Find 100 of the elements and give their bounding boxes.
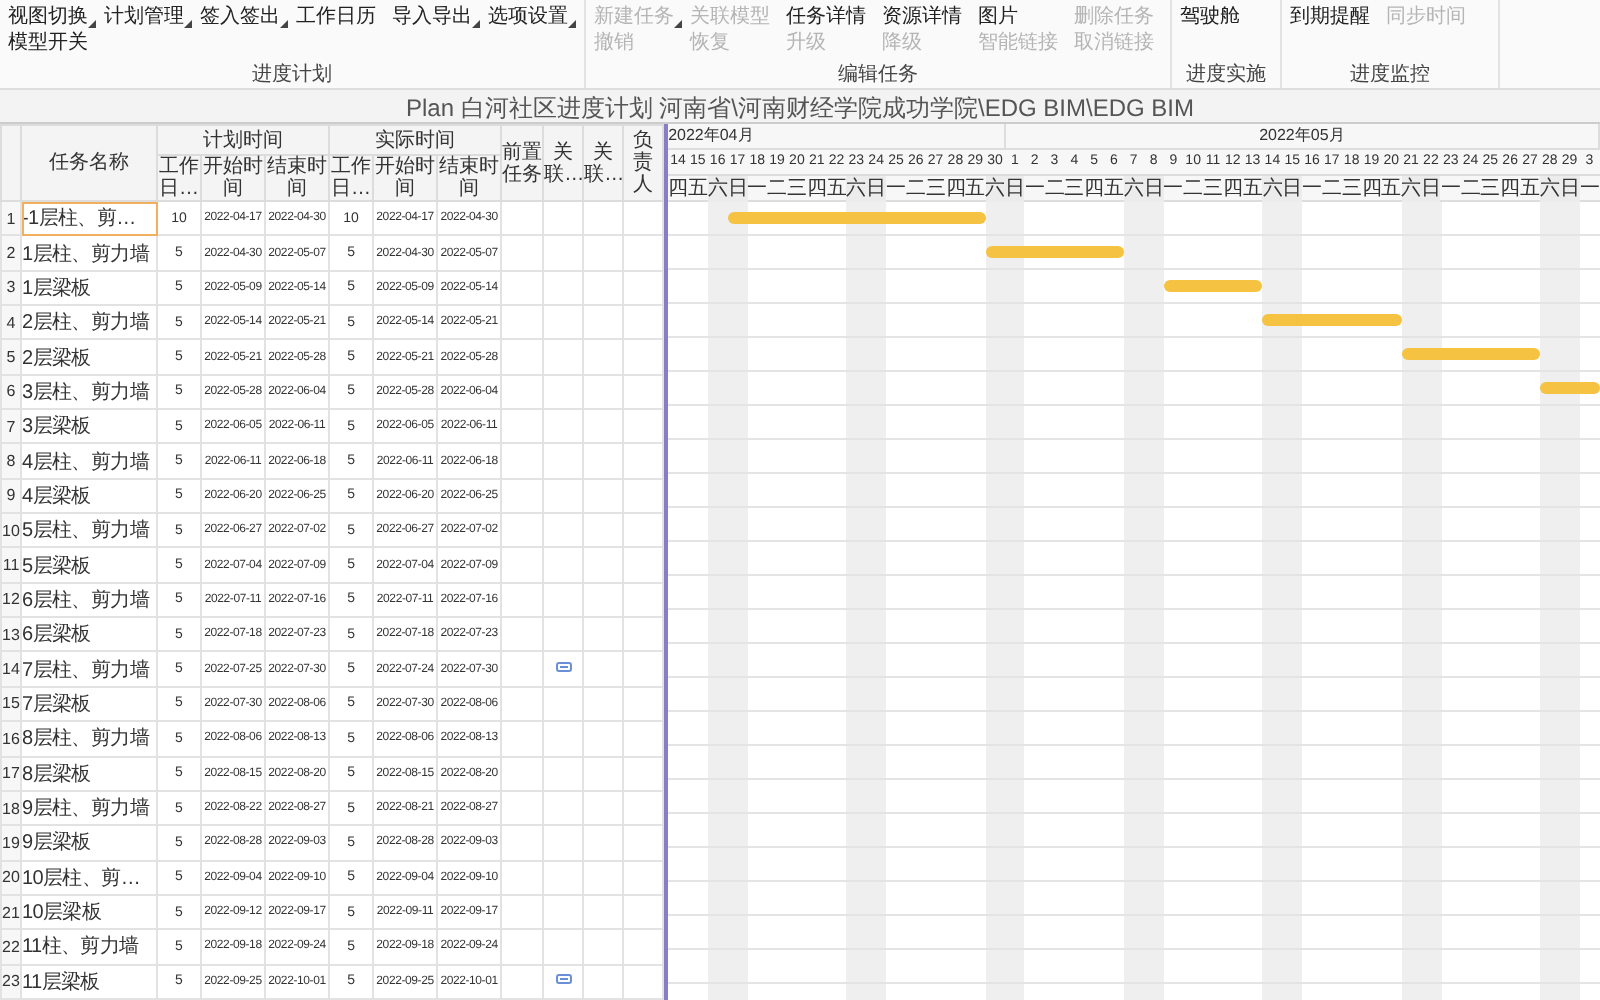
link-icon[interactable]	[555, 974, 572, 985]
task-name-cell[interactable]: 8层梁板	[21, 756, 157, 791]
toolbar-button[interactable]: 图片	[978, 4, 1066, 30]
group-label: 进度计划	[250, 62, 334, 88]
task-name-cell[interactable]: 3层柱、剪力墙	[21, 374, 157, 410]
task-name-cell[interactable]: 11层梁板	[21, 964, 157, 999]
caret-icon	[472, 20, 480, 28]
column-header[interactable]: 开始时间	[373, 155, 438, 201]
toolbar-button[interactable]: 导入导出	[392, 4, 480, 30]
caret-icon	[280, 20, 288, 28]
toolbar-button[interactable]: 签入签出	[200, 4, 288, 30]
toolbar-button[interactable]: 到期提醒	[1290, 4, 1378, 30]
weekday-label: 日	[1143, 174, 1164, 202]
gantt-bar[interactable]	[727, 212, 986, 224]
task-name-cell[interactable]: 8层柱、剪力墙	[21, 721, 157, 756]
weekday-label: 四	[806, 174, 827, 202]
weekday-label: 日	[1559, 174, 1580, 202]
column-header[interactable]: 负责人	[623, 125, 664, 201]
gantt-bar[interactable]	[985, 246, 1125, 258]
row-number: 18	[1, 790, 21, 826]
row-number: 2	[1, 235, 21, 271]
caret-icon	[184, 20, 192, 28]
row-number: 14	[1, 651, 21, 687]
column-header[interactable]: 关联…	[583, 125, 624, 201]
weekday-label: 六	[707, 174, 728, 202]
group-label: 编辑任务	[836, 62, 920, 88]
weekday-label: 三	[1480, 174, 1501, 202]
caret-icon	[568, 20, 576, 28]
task-name-cell[interactable]: -1层柱、剪…	[21, 201, 157, 236]
plan-title: Plan 白河社区进度计划 河南省\河南财经学院成功学院\EDG BIM\EDG BIM	[405, 94, 1195, 122]
weekday-label: 六	[846, 174, 867, 202]
caret-icon	[674, 20, 682, 28]
toolbar-button[interactable]: 工作日历	[296, 4, 384, 30]
toolbar-button[interactable]: 任务详情	[786, 4, 874, 30]
weekday-label: 日	[727, 174, 748, 202]
weekday-label: 日	[1421, 174, 1441, 202]
task-name-cell[interactable]: 3层梁板	[21, 409, 157, 444]
month-label: 2022年05月	[1005, 124, 1600, 148]
row-number: 11	[1, 547, 21, 583]
task-name-cell[interactable]: 9层梁板	[21, 825, 157, 861]
row-number: 22	[1, 929, 21, 965]
weekday-label: 二	[905, 174, 926, 202]
task-name-cell[interactable]: 9层柱、剪力墙	[21, 790, 157, 826]
task-name-cell[interactable]: 5层梁板	[21, 547, 157, 583]
column-header[interactable]: 任务名称	[21, 125, 157, 201]
task-name-cell[interactable]: 10层柱、剪…	[21, 860, 157, 895]
weekday-label: 四	[1222, 174, 1243, 202]
row-number: 7	[1, 409, 21, 444]
row-number: 20	[1, 860, 21, 895]
task-name-cell[interactable]: 11柱、剪力墙	[21, 929, 157, 965]
weekday-label: 一	[1302, 174, 1322, 202]
task-name-cell[interactable]: 4层梁板	[21, 478, 157, 514]
group-label: 进度实施	[1184, 62, 1268, 88]
toolbar-button[interactable]: 模型开关	[8, 30, 96, 56]
column-header[interactable]: 结束时间	[437, 155, 502, 201]
toolbar-button[interactable]: 选项设置	[488, 4, 576, 30]
group-label: 进度监控	[1348, 62, 1432, 88]
row-number: 23	[1, 964, 21, 999]
column-group-header: 实际时间	[329, 125, 502, 155]
weekday-label: 二	[1460, 174, 1481, 202]
weekday-label: 一	[886, 174, 906, 202]
toolbar-button[interactable]: 视图切换	[8, 4, 96, 30]
task-name-cell[interactable]: 7层柱、剪力墙	[21, 651, 157, 687]
weekday-label: 六	[1262, 174, 1283, 202]
link-icon[interactable]	[555, 662, 572, 673]
task-name-cell[interactable]: 4层柱、剪力墙	[21, 443, 157, 479]
column-header[interactable]: 工作日…	[329, 155, 374, 201]
toolbar-button[interactable]: 资源详情	[882, 4, 970, 30]
column-header[interactable]: 结束时间	[265, 155, 330, 201]
row-number: 16	[1, 721, 21, 756]
weekday-label: 四	[1500, 174, 1521, 202]
task-name-cell[interactable]: 10层梁板	[21, 894, 157, 930]
task-name-cell[interactable]: 6层梁板	[21, 617, 157, 652]
weekday-label: 六	[1401, 174, 1421, 202]
column-header[interactable]: 开始时间	[201, 155, 265, 201]
weekday-label: 六	[1539, 174, 1560, 202]
task-name-cell[interactable]: 6层柱、剪力墙	[21, 582, 157, 618]
toolbar-button[interactable]: 计划管理	[104, 4, 192, 30]
row-number: 8	[1, 443, 21, 479]
task-name-cell[interactable]: 2层柱、剪力墙	[21, 305, 157, 340]
toolbar-button[interactable]: 驾驶舱	[1180, 4, 1248, 30]
column-header[interactable]: 工作日…	[157, 155, 201, 201]
weekday-label: 六	[985, 174, 1005, 202]
task-name-cell[interactable]: 1层柱、剪力墙	[21, 235, 157, 271]
column-header[interactable]: 关联…	[543, 125, 584, 201]
row-number: 9	[1, 478, 21, 514]
row-number: 15	[1, 686, 21, 722]
gantt-bar[interactable]	[1163, 280, 1263, 292]
row-number: 10	[1, 513, 21, 548]
task-name-cell[interactable]: 5层柱、剪力墙	[21, 513, 157, 548]
row-number: 5	[1, 339, 21, 375]
gantt-bar[interactable]	[1401, 348, 1541, 360]
row-number: 4	[1, 305, 21, 340]
gantt-bar[interactable]	[1540, 382, 1600, 394]
column-header[interactable]: 前置任务	[501, 125, 544, 201]
gantt-bar[interactable]	[1262, 314, 1402, 326]
task-name-cell[interactable]: 7层梁板	[21, 686, 157, 722]
task-name-cell[interactable]: 1层梁板	[21, 270, 157, 306]
weekday-label: 四	[1084, 174, 1104, 202]
task-name-cell[interactable]: 2层梁板	[21, 339, 157, 375]
